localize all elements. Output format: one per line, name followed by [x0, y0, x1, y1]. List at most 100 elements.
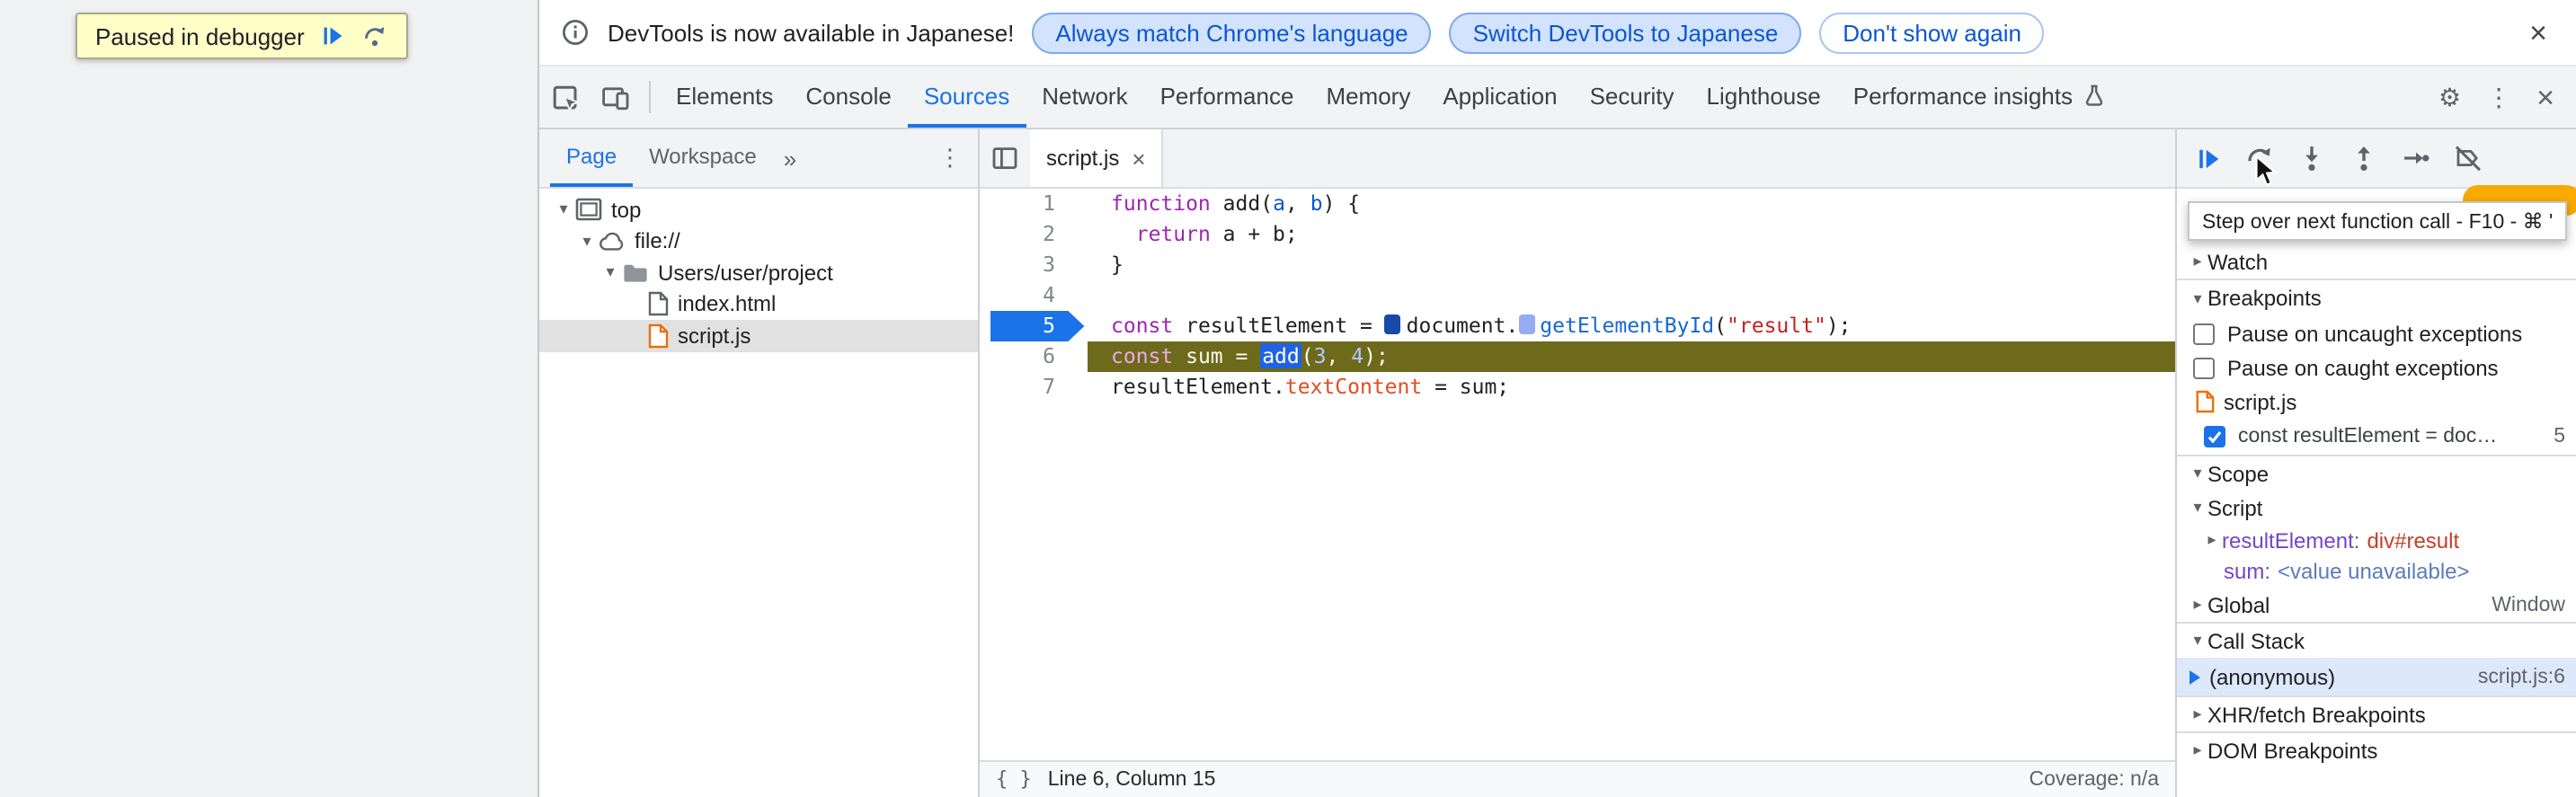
more-tabs-icon[interactable]: »: [773, 129, 807, 187]
code-line-1: 1 function add(a, b) {: [980, 189, 2175, 219]
inspect-element-button[interactable]: [539, 66, 590, 128]
code-line-content[interactable]: return a + b;: [1088, 219, 2175, 250]
chevron-right-icon: ▸: [2193, 252, 2202, 270]
code-line-content[interactable]: function add(a, b) {: [1088, 189, 2175, 219]
scope-script-header[interactable]: ▾ Script: [2177, 491, 2576, 525]
tab-elements[interactable]: Elements: [660, 66, 789, 128]
tree-item-script-js[interactable]: script.js: [539, 320, 978, 351]
frame-location[interactable]: script.js:6: [2467, 666, 2565, 687]
tree-item-file-protocol[interactable]: ▾ file://: [539, 226, 978, 257]
pause-uncaught-row: Pause on uncaught exceptions: [2177, 316, 2576, 350]
scope-var-sum[interactable]: sum: <value unavailable>: [2177, 556, 2576, 588]
tab-label: Application: [1443, 82, 1558, 109]
scope-section-header[interactable]: ▾ Scope: [2177, 455, 2576, 491]
code-line-4: 4: [980, 280, 2175, 311]
web-page-area: Paused in debugger: [0, 0, 539, 797]
line-number[interactable]: 3: [980, 250, 1088, 280]
step-over-tooltip: Step over next function call - F10 - ⌘ ': [2188, 201, 2568, 241]
settings-gear-icon[interactable]: ⚙: [2438, 84, 2461, 110]
tab-network[interactable]: Network: [1026, 66, 1143, 128]
tab-security[interactable]: Security: [1574, 66, 1691, 128]
tree-item-index-html[interactable]: index.html: [539, 288, 978, 320]
toggle-device-toolbar-button[interactable]: [590, 66, 640, 128]
tab-memory[interactable]: Memory: [1310, 66, 1426, 128]
code-line-2: 2 return a + b;: [980, 219, 2175, 250]
tree-item-label: top: [611, 197, 642, 223]
tab-sources[interactable]: Sources: [907, 66, 1026, 128]
more-options-icon[interactable]: ⋮: [2486, 84, 2511, 110]
breakpoint-line-number: 5: [2554, 426, 2565, 447]
step-into-button[interactable]: [2297, 144, 2326, 173]
step-out-button[interactable]: [2349, 144, 2378, 173]
switch-devtools-japanese-button[interactable]: Switch DevTools to Japanese: [1449, 12, 1802, 53]
breakpoint-group-header[interactable]: script.js: [2177, 385, 2576, 419]
step-button[interactable]: [2402, 144, 2430, 173]
resume-script-button[interactable]: [321, 23, 346, 49]
scope-global-row[interactable]: ▸ Global Window: [2177, 588, 2576, 622]
colon: :: [2264, 559, 2271, 585]
line-number[interactable]: 6: [980, 341, 1088, 372]
tab-page[interactable]: Page: [550, 129, 634, 187]
chevron-down-icon[interactable]: ▾: [577, 232, 597, 252]
code-line-5: 5 const resultElement = document. getEleme…: [980, 311, 2175, 341]
code-token: (: [1301, 343, 1314, 368]
breakpoint-entry-row[interactable]: const resultElement = doc… 5: [2177, 419, 2576, 455]
xhr-breakpoints-section-header[interactable]: ▸ XHR/fetch Breakpoints: [2177, 695, 2576, 731]
line-number[interactable]: 1: [980, 189, 1088, 219]
chevron-down-icon[interactable]: ▾: [600, 263, 620, 283]
pause-uncaught-checkbox[interactable]: [2193, 323, 2215, 344]
tab-workspace[interactable]: Workspace: [633, 129, 773, 187]
tree-item-project-folder[interactable]: ▾ Users/user/project: [539, 257, 978, 288]
tab-performance[interactable]: Performance: [1144, 66, 1310, 128]
call-stack-section-header[interactable]: ▾ Call Stack: [2177, 622, 2576, 658]
breakpoint-checkbox[interactable]: [2204, 426, 2225, 447]
resume-button[interactable]: [2195, 145, 2222, 172]
paused-banner-label: Paused in debugger: [95, 22, 305, 49]
navigator-tabbar: Page Workspace » ⋮: [539, 129, 978, 189]
devtools-close-icon[interactable]: ×: [2536, 82, 2554, 112]
inline-breakpoint-candidate-icon[interactable]: [1518, 314, 1535, 334]
watch-section-header[interactable]: ▸ Watch: [2177, 244, 2576, 280]
code-line-content[interactable]: const sum = add (3, 4);: [1088, 341, 2175, 372]
inline-breakpoint-active-icon[interactable]: [1384, 314, 1401, 334]
scope-var-resultelement[interactable]: ▸ resultElement: div#result: [2177, 525, 2576, 556]
code-token: a + b;: [1210, 221, 1298, 246]
code-token: const: [1111, 313, 1174, 338]
editor-tab-label: script.js: [1046, 146, 1120, 171]
code-line-content[interactable]: }: [1088, 250, 2175, 280]
toggle-navigator-button[interactable]: [980, 129, 1030, 187]
code-line-content[interactable]: resultElement.textContent = sum;: [1088, 372, 2175, 403]
tab-application[interactable]: Application: [1426, 66, 1573, 128]
line-number[interactable]: 7: [980, 372, 1088, 403]
deactivate-breakpoints-button[interactable]: [2454, 144, 2483, 173]
dom-breakpoints-section-header[interactable]: ▸ DOM Breakpoints: [2177, 731, 2576, 767]
screen: Paused in debugger DevTools is now avail…: [0, 0, 2576, 797]
inspect-icon: [552, 84, 580, 112]
breakpoints-label: Breakpoints: [2207, 286, 2322, 311]
pretty-print-icon[interactable]: { }: [996, 767, 1032, 791]
chevron-down-icon[interactable]: ▾: [554, 200, 573, 220]
tree-item-top[interactable]: ▾ top: [539, 194, 978, 226]
tab-lighthouse[interactable]: Lighthouse: [1691, 66, 1837, 128]
pause-caught-checkbox[interactable]: [2193, 357, 2215, 378]
breakpoints-section-header[interactable]: ▾ Breakpoints: [2177, 280, 2576, 316]
editor-tab-script-js[interactable]: script.js ×: [1030, 129, 1164, 187]
code-line-content[interactable]: [1088, 280, 2175, 311]
tab-close-icon[interactable]: ×: [1132, 145, 1145, 172]
step-over-banner-button[interactable]: [362, 23, 389, 49]
code-line-content[interactable]: const resultElement = document. getElemen…: [1088, 311, 2175, 341]
pause-caught-label: Pause on caught exceptions: [2227, 355, 2499, 380]
tab-label: Console: [805, 82, 892, 109]
line-number[interactable]: 4: [980, 280, 1088, 311]
navigator-menu-icon[interactable]: ⋮: [922, 129, 978, 187]
call-stack-frame[interactable]: (anonymous) script.js:6: [2177, 658, 2576, 695]
always-match-language-button[interactable]: Always match Chrome's language: [1032, 12, 1432, 53]
breakpoint-marker[interactable]: 5: [990, 311, 1085, 341]
debugger-sidebar: Step over next function call - F10 - ⌘ '…: [2175, 129, 2576, 797]
line-number[interactable]: 2: [980, 219, 1088, 250]
tab-performance-insights[interactable]: Performance insights: [1837, 66, 2123, 128]
dont-show-again-button[interactable]: Don't show again: [1819, 12, 2045, 53]
step-out-icon: [2358, 146, 2370, 171]
tab-console[interactable]: Console: [789, 66, 907, 128]
infobar-close-icon[interactable]: ×: [2522, 17, 2554, 48]
